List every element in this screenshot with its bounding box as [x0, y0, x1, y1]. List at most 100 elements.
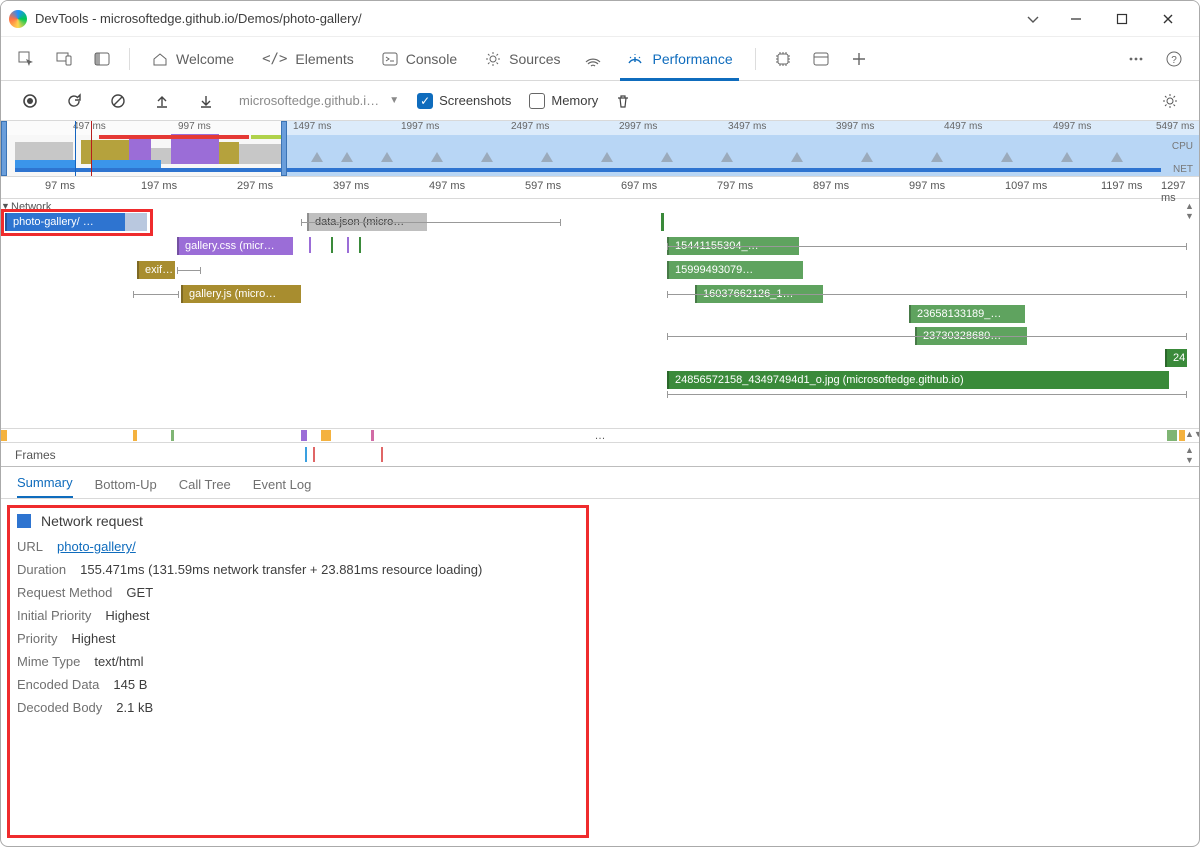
tick: 4497 ms	[944, 121, 982, 132]
overview-timeline[interactable]: 497 ms 997 ms 1497 ms 1997 ms 2497 ms 29…	[1, 121, 1199, 177]
chevron-down-icon[interactable]	[1013, 1, 1053, 37]
tick: 497 ms	[73, 121, 106, 132]
edge-logo-icon	[9, 10, 27, 28]
network-bar-image[interactable]: 15999493079…	[667, 261, 803, 279]
tick: 597 ms	[525, 180, 561, 192]
add-tab-icon[interactable]	[842, 42, 876, 76]
network-bar-image[interactable]: 23658133189_…	[909, 305, 1025, 323]
tab-performance[interactable]: Performance	[612, 37, 746, 81]
dock-side-icon[interactable]	[85, 42, 119, 76]
frames-track[interactable]: Frames ▲▼	[1, 443, 1199, 467]
net-label: NET	[1173, 164, 1193, 175]
network-conditions-icon[interactable]	[576, 42, 610, 76]
timeline-ruler[interactable]: 97 ms 197 ms 297 ms 397 ms 497 ms 597 ms…	[1, 177, 1199, 199]
label: Request Method	[17, 585, 112, 600]
tick: 997 ms	[909, 180, 945, 192]
titlebar: DevTools - microsoftedge.github.io/Demos…	[1, 1, 1199, 37]
clear-button[interactable]	[101, 84, 135, 118]
tab-label: Performance	[652, 51, 732, 67]
tab-call-tree[interactable]: Call Tree	[179, 471, 231, 498]
tick: 897 ms	[813, 180, 849, 192]
tab-event-log[interactable]: Event Log	[253, 471, 312, 498]
network-bar-image[interactable]: 24	[1165, 349, 1187, 367]
record-button[interactable]	[13, 84, 47, 118]
tick: 4997 ms	[1053, 121, 1091, 132]
label: Initial Priority	[17, 608, 91, 623]
network-bar-css[interactable]: gallery.css (micr…	[177, 237, 293, 255]
tick: 3497 ms	[728, 121, 766, 132]
tick: 1197 ms	[1101, 180, 1142, 192]
inspect-element-icon[interactable]	[9, 42, 43, 76]
capture-settings-icon[interactable]	[1153, 84, 1187, 118]
cpu-label: CPU	[1172, 141, 1193, 152]
tick: 197 ms	[141, 180, 177, 192]
tab-elements[interactable]: </> Elements	[248, 37, 368, 81]
tab-welcome[interactable]: Welcome	[138, 37, 248, 81]
tick: 3997 ms	[836, 121, 874, 132]
checkbox-icon: ✓	[417, 93, 433, 109]
tick: 1497 ms	[293, 121, 331, 132]
main-tabbar: Welcome </> Elements Console Sources Per…	[1, 37, 1199, 81]
value: GET	[126, 585, 153, 600]
tab-sources[interactable]: Sources	[471, 37, 574, 81]
network-bar-document[interactable]: photo-gallery/ …	[5, 213, 125, 231]
tick: 5497 ms	[1156, 121, 1194, 132]
tick: 97 ms	[45, 180, 75, 192]
tab-label: Sources	[509, 51, 560, 67]
device-emulation-icon[interactable]	[47, 42, 81, 76]
recording-url[interactable]: microsoftedge.github.i…	[239, 93, 379, 108]
summary-title: Network request	[17, 513, 1183, 529]
label: Decoded Body	[17, 700, 102, 715]
tab-label: Welcome	[176, 51, 234, 67]
tab-bottom-up[interactable]: Bottom-Up	[95, 471, 157, 498]
tick: 997 ms	[178, 121, 211, 132]
performance-toolbar: microsoftedge.github.i… ▼ ✓ Screenshots …	[1, 81, 1199, 121]
color-swatch-icon	[17, 514, 31, 528]
network-bar-js[interactable]: gallery.js (micro…	[181, 285, 301, 303]
screenshots-checkbox[interactable]: ✓ Screenshots	[417, 93, 511, 109]
upload-profile-button[interactable]	[145, 84, 179, 118]
more-options-icon[interactable]	[1119, 42, 1153, 76]
value: text/html	[94, 654, 143, 669]
tab-console[interactable]: Console	[368, 37, 471, 81]
scroll-arrows[interactable]: ▲▼	[1185, 201, 1197, 221]
minimize-button[interactable]	[1053, 1, 1099, 37]
tick: 297 ms	[237, 180, 273, 192]
summary-panel: Network request URLphoto-gallery/ Durati…	[1, 499, 1199, 846]
checkbox-label: Screenshots	[439, 93, 511, 108]
application-panel-icon[interactable]	[804, 42, 838, 76]
memory-panel-icon[interactable]	[766, 42, 800, 76]
reload-record-button[interactable]	[57, 84, 91, 118]
checkbox-icon	[529, 93, 545, 109]
download-profile-button[interactable]	[189, 84, 223, 118]
scroll-arrows[interactable]: ▲▼	[1185, 445, 1197, 465]
tick: 497 ms	[429, 180, 465, 192]
tab-summary[interactable]: Summary	[17, 469, 73, 498]
value: 2.1 kB	[116, 700, 153, 715]
network-bar-exif[interactable]: exif…	[137, 261, 175, 279]
tick: 397 ms	[333, 180, 369, 192]
network-bar-image[interactable]: 24856572158_43497494d1_o.jpg (microsofte…	[667, 371, 1169, 389]
label: Priority	[17, 631, 57, 646]
help-icon[interactable]: ?	[1157, 42, 1191, 76]
maximize-button[interactable]	[1099, 1, 1145, 37]
tick: 797 ms	[717, 180, 753, 192]
label: URL	[17, 539, 43, 554]
memory-checkbox[interactable]: Memory	[529, 93, 598, 109]
network-flamechart[interactable]: ▼ Network photo-gallery/ … gallery.css (…	[1, 199, 1199, 429]
checkbox-label: Memory	[551, 93, 598, 108]
scroll-arrows[interactable]: ▲▼	[1185, 429, 1197, 439]
close-button[interactable]	[1145, 1, 1191, 37]
tick: 1997 ms	[401, 121, 439, 132]
label: Mime Type	[17, 654, 80, 669]
label: Encoded Data	[17, 677, 99, 692]
tick: 2997 ms	[619, 121, 657, 132]
frames-label: Frames	[15, 448, 56, 462]
value: Highest	[105, 608, 149, 623]
summary-url-link[interactable]: photo-gallery/	[57, 539, 136, 554]
delete-profile-button[interactable]	[606, 84, 640, 118]
collapse-toggle-icon[interactable]: ▼	[1, 201, 11, 211]
recording-dropdown-icon[interactable]: ▼	[389, 95, 399, 106]
collapsed-tracks-row[interactable]: … ▲▼	[1, 429, 1199, 443]
value: 155.471ms (131.59ms network transfer + 2…	[80, 562, 482, 577]
